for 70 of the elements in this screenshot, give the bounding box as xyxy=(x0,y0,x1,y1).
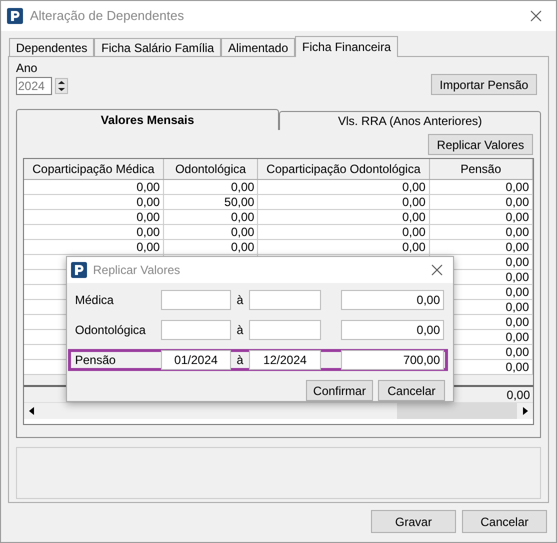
range-separator: à xyxy=(236,352,244,369)
tab[interactable]: Ficha Salário Família xyxy=(94,38,222,56)
table-cell: 0,00 xyxy=(506,301,529,313)
to-field[interactable] xyxy=(249,320,321,340)
table-cell: 0,00 xyxy=(506,256,529,268)
table-cell: 0,00 xyxy=(230,241,254,253)
total-cell-text: 0,00 xyxy=(506,386,530,404)
from-field[interactable] xyxy=(161,290,231,310)
table-cell: 0,00 xyxy=(506,286,529,298)
field-label: Odontológica xyxy=(75,322,147,339)
tab[interactable]: Vls. RRA (Anos Anteriores) xyxy=(279,111,541,130)
table-cell: 0,00 xyxy=(402,211,426,223)
table-cell: 0,00 xyxy=(136,196,160,208)
table-cell: 0,00 xyxy=(402,196,426,208)
table-cell: 0,00 xyxy=(506,211,529,223)
save-button[interactable]: Gravar xyxy=(371,510,456,533)
value-field[interactable]: 0,00 xyxy=(341,320,444,340)
field-label: Pensão xyxy=(75,352,117,369)
table-cell: 0,00 xyxy=(136,241,160,253)
close-icon[interactable] xyxy=(530,10,542,22)
replicate-button[interactable]: Replicar Valores xyxy=(428,134,533,155)
tab[interactable]: Valores Mensais xyxy=(16,109,279,130)
app-logo-icon xyxy=(71,262,87,278)
column-header[interactable]: Pensão xyxy=(430,159,533,179)
range-separator: à xyxy=(236,322,244,339)
range-separator: à xyxy=(236,292,244,309)
window-title: Alteração de Dependentes xyxy=(30,7,184,26)
field-label: Médica xyxy=(75,292,115,309)
table-cell: 0,00 xyxy=(136,226,160,238)
table-cell: 0,00 xyxy=(506,226,529,238)
from-field[interactable]: 01/2024 xyxy=(161,350,231,370)
from-field[interactable] xyxy=(161,320,231,340)
value-field[interactable]: 700,00 xyxy=(341,350,444,370)
tab[interactable]: Alimentado xyxy=(221,38,296,56)
to-field[interactable]: 12/2024 xyxy=(249,350,321,370)
dialog-title: Replicar Valores xyxy=(93,262,180,279)
table-cell: 0,00 xyxy=(402,226,426,238)
tab[interactable]: Ficha Financeira xyxy=(295,36,398,57)
table-cell: 0,00 xyxy=(506,271,529,283)
table-cell: 0,00 xyxy=(506,361,529,373)
table-cell: 0,00 xyxy=(402,241,426,253)
table-cell: 0,00 xyxy=(506,316,529,328)
table-cell: 0,00 xyxy=(506,346,529,358)
column-header[interactable]: Odontológica xyxy=(164,159,258,179)
app-logo-icon xyxy=(7,8,23,24)
scroll-thumb[interactable] xyxy=(397,403,517,419)
column-header[interactable]: Coparticipação Odontológica xyxy=(258,159,430,179)
column-header[interactable]: Coparticipação Médica xyxy=(24,159,164,179)
table-cell: 50,00 xyxy=(224,196,254,208)
confirm-button[interactable]: Confirmar xyxy=(306,380,373,401)
spin-arrows-icon[interactable] xyxy=(55,78,68,94)
value-field[interactable]: 0,00 xyxy=(341,290,444,310)
horizontal-scrollbar[interactable] xyxy=(24,402,533,419)
close-icon[interactable] xyxy=(431,264,443,276)
cancel-button[interactable]: Cancelar xyxy=(462,510,547,533)
import-button[interactable]: Importar Pensão xyxy=(431,74,537,95)
to-field[interactable] xyxy=(249,290,321,310)
tab[interactable]: Dependentes xyxy=(9,38,94,56)
table-cell: 0,00 xyxy=(230,226,254,238)
table-cell: 0,00 xyxy=(506,196,529,208)
table-cell: 0,00 xyxy=(506,241,529,253)
cancel-button[interactable]: Cancelar xyxy=(378,380,445,401)
table-cell: 0,00 xyxy=(402,181,426,193)
table-cell: 0,00 xyxy=(230,181,254,193)
table-cell: 0,00 xyxy=(506,331,529,343)
table-cell: 0,00 xyxy=(230,211,254,223)
table-cell: 0,00 xyxy=(506,181,529,193)
table-cell: 0,00 xyxy=(136,181,160,193)
table-cell: 0,00 xyxy=(136,211,160,223)
year-label: Ano xyxy=(16,60,38,77)
